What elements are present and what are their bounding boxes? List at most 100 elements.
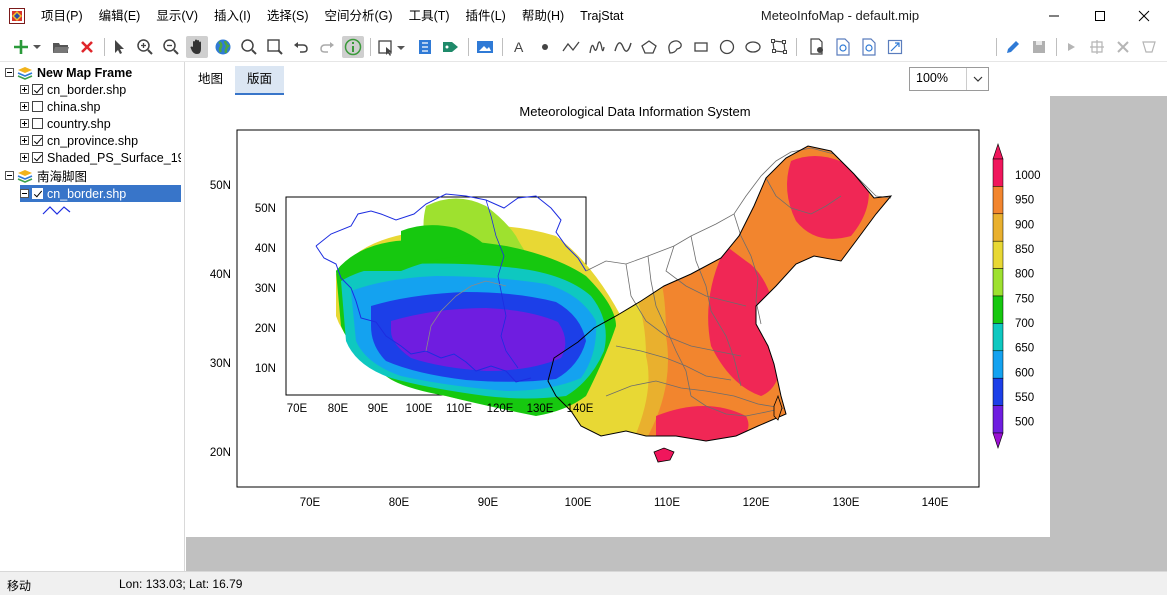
page-zoom-out-icon	[862, 38, 876, 56]
expand-toggle[interactable]	[20, 136, 29, 145]
layer-row[interactable]: cn_border.shp	[20, 81, 201, 98]
attribute-table-button[interactable]	[414, 36, 436, 58]
map-frame-icon	[17, 66, 33, 80]
insert-picture-button[interactable]	[474, 36, 496, 58]
undo-button[interactable]	[290, 36, 312, 58]
hand-icon	[190, 39, 201, 54]
layer-row[interactable]: Shaded_PS_Surface_198	[20, 149, 181, 166]
zoom-level-value[interactable]: 100%	[910, 68, 966, 90]
map-frame-new[interactable]: New Map Frame	[5, 64, 186, 81]
fit-page-button[interactable]	[884, 36, 906, 58]
inset-lat-label: 50N	[255, 203, 276, 215]
zoom-dropdown-button[interactable]	[966, 68, 988, 90]
draw-circle-button[interactable]	[716, 36, 738, 58]
insert-text-button[interactable]: A	[508, 36, 530, 58]
layer-visibility-checkbox[interactable]	[32, 118, 43, 129]
draw-polyline-button[interactable]	[560, 36, 582, 58]
zoom-level-combobox[interactable]: 100%	[909, 67, 989, 91]
zoom-rect-button[interactable]	[264, 36, 286, 58]
expand-toggle[interactable]	[20, 119, 29, 128]
tab-map-view[interactable]: 地图	[186, 66, 235, 95]
menu-view[interactable]: 显示(V)	[148, 0, 206, 32]
expand-toggle[interactable]	[20, 153, 29, 162]
map-frame-south-sea[interactable]: 南海脚图	[5, 167, 186, 184]
label-button[interactable]	[440, 36, 462, 58]
page-setup-button[interactable]	[806, 36, 828, 58]
menu-plugins[interactable]: 插件(L)	[458, 0, 514, 32]
open-button[interactable]	[50, 36, 72, 58]
select-features-dropdown[interactable]	[376, 36, 408, 58]
draw-polygon-button[interactable]	[638, 36, 660, 58]
tab-layout-view[interactable]: 版面	[235, 66, 285, 95]
menu-select[interactable]: 选择(S)	[259, 0, 317, 32]
layout-page: Meteorological Data Information System 5…	[186, 96, 1050, 537]
circle-icon	[719, 39, 735, 55]
draw-curve-polygon-button[interactable]	[664, 36, 686, 58]
zoom-out-button[interactable]	[160, 36, 182, 58]
legend-swatch	[992, 158, 1004, 187]
layer-visibility-checkbox[interactable]	[32, 188, 43, 199]
full-extent-button[interactable]	[212, 36, 234, 58]
map-title: Meteorological Data Information System	[519, 104, 750, 119]
inset-lon-label: 110E	[446, 403, 472, 415]
layer-visibility-checkbox[interactable]	[32, 101, 43, 112]
layer-row[interactable]: cn_province.shp	[20, 132, 201, 149]
legend-label: 850	[1015, 244, 1034, 256]
draw-rectangle-button[interactable]	[690, 36, 712, 58]
maximize-button[interactable]	[1077, 0, 1123, 32]
pan-tool-button[interactable]	[186, 36, 208, 58]
menu-project[interactable]: 项目(P)	[33, 0, 91, 32]
menu-tools[interactable]: 工具(T)	[401, 0, 458, 32]
menu-trajstat[interactable]: TrajStat	[572, 0, 631, 32]
expand-toggle[interactable]	[20, 102, 29, 111]
draw-freehand-button[interactable]	[586, 36, 608, 58]
layer-visibility-checkbox[interactable]	[32, 135, 43, 146]
inset-lat-label: 20N	[255, 323, 276, 335]
layer-row-selected[interactable]: cn_border.shp	[20, 185, 181, 202]
identify-button[interactable]	[342, 36, 364, 58]
select-features-icon	[378, 40, 405, 56]
edit-select-button[interactable]	[1060, 36, 1082, 58]
edit-move-button[interactable]	[1086, 36, 1108, 58]
delete-feature-button[interactable]	[1112, 36, 1134, 58]
expand-toggle[interactable]	[20, 85, 29, 94]
inset-lat-label: 10N	[255, 363, 276, 375]
map-frame-label: New Map Frame	[37, 65, 133, 80]
menu-edit[interactable]: 编辑(E)	[91, 0, 149, 32]
layer-row[interactable]: china.shp	[20, 98, 201, 115]
select-tool-button[interactable]	[108, 36, 130, 58]
layer-row[interactable]: country.shp	[20, 115, 201, 132]
identify-zoom-button[interactable]	[238, 36, 260, 58]
menu-help[interactable]: 帮助(H)	[514, 0, 572, 32]
table-icon	[419, 40, 431, 54]
menu-insert[interactable]: 插入(I)	[206, 0, 259, 32]
collapse-toggle[interactable]	[20, 189, 29, 198]
collapse-toggle[interactable]	[5, 68, 14, 77]
save-edits-button[interactable]	[1028, 36, 1050, 58]
split-feature-button[interactable]	[1138, 36, 1160, 58]
zoom-in-page-button[interactable]	[832, 36, 854, 58]
layer-visibility-checkbox[interactable]	[32, 152, 43, 163]
polyline-icon	[562, 41, 580, 52]
draw-ellipse-button[interactable]	[742, 36, 764, 58]
menu-spatial-analysis[interactable]: 空间分析(G)	[317, 0, 401, 32]
layer-visibility-checkbox[interactable]	[32, 84, 43, 95]
minimize-button[interactable]	[1031, 0, 1077, 32]
layout-canvas[interactable]: Meteorological Data Information System 5…	[186, 96, 1167, 571]
zoom-in-button[interactable]	[134, 36, 156, 58]
redo-button[interactable]	[316, 36, 338, 58]
edit-vertices-button[interactable]	[768, 36, 790, 58]
legend-label: 650	[1015, 343, 1034, 355]
save-icon	[1033, 41, 1045, 53]
remove-layer-button[interactable]	[76, 36, 98, 58]
draw-curve-button[interactable]	[612, 36, 634, 58]
draw-point-button[interactable]	[534, 36, 556, 58]
add-layer-button[interactable]	[12, 36, 42, 58]
split-icon	[1142, 41, 1156, 53]
maximize-icon	[1095, 11, 1105, 21]
close-window-button[interactable]	[1121, 0, 1167, 32]
zoom-out-page-button[interactable]	[858, 36, 880, 58]
collapse-toggle[interactable]	[5, 171, 14, 180]
edit-layer-button[interactable]	[1002, 36, 1024, 58]
zoom-in-icon	[137, 39, 153, 55]
